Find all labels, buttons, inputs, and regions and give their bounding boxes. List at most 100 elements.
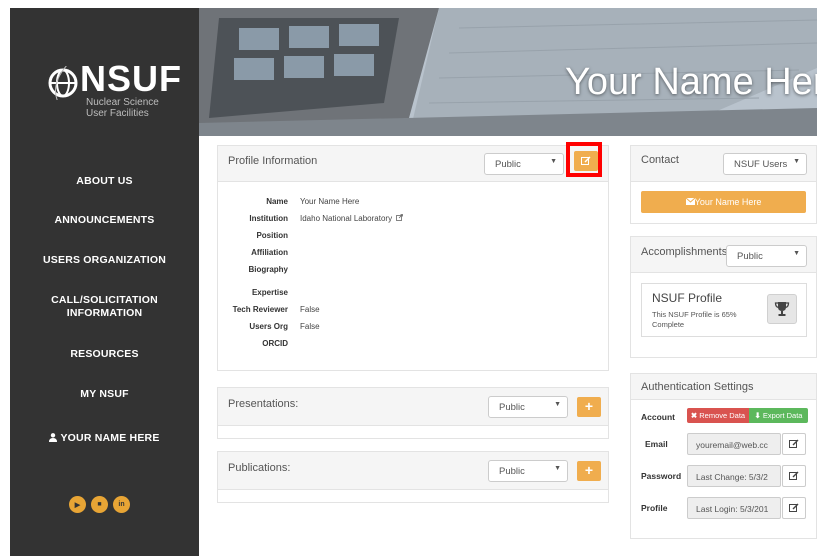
envelope-icon bbox=[685, 191, 695, 205]
auth-header: Authentication Settings bbox=[631, 374, 816, 400]
field-label-institution: Institution bbox=[249, 214, 288, 223]
accomplishments-header: Accomplishments Public ▼ bbox=[631, 237, 816, 273]
panel-title: Presentations: bbox=[228, 398, 299, 410]
edit-email-button[interactable] bbox=[782, 433, 806, 455]
select-value: Public bbox=[737, 251, 763, 262]
contact-panel: Contact NSUF Users ▼ Your Name Here bbox=[630, 145, 817, 224]
field-label-position: Position bbox=[256, 231, 288, 240]
field-label-name: Name bbox=[266, 197, 288, 206]
field-label-orcid: ORCID bbox=[262, 339, 288, 348]
edit-icon bbox=[789, 503, 799, 512]
edit-password-button[interactable] bbox=[782, 465, 806, 487]
caret-down-icon: ▼ bbox=[793, 158, 800, 165]
globe-icon bbox=[48, 66, 78, 100]
edit-icon bbox=[789, 471, 799, 480]
edit-icon bbox=[789, 439, 799, 448]
accomplishments-visibility-select[interactable]: Public ▼ bbox=[726, 245, 807, 267]
card-title: NSUF Profile bbox=[652, 291, 723, 305]
field-value-name: Your Name Here bbox=[300, 197, 360, 206]
password-field[interactable]: Last Change: 5/3/2 bbox=[687, 465, 781, 487]
card-text: This NSUF Profile is 65% Complete bbox=[652, 310, 737, 330]
edit-profile-button[interactable] bbox=[574, 151, 598, 171]
sidebar-item-user[interactable]: YOUR NAME HERE bbox=[10, 428, 199, 446]
card-text-line1: This NSUF Profile is 65% bbox=[652, 310, 737, 319]
publications-visibility-select[interactable]: Public ▼ bbox=[488, 460, 568, 482]
linkedin-icon[interactable]: in bbox=[113, 496, 130, 513]
sidebar-item-label: INFORMATION bbox=[66, 307, 143, 319]
profile-visibility-select[interactable]: Public ▼ bbox=[484, 153, 564, 175]
caret-down-icon: ▼ bbox=[554, 401, 561, 408]
email-label: Email bbox=[645, 439, 668, 449]
add-publication-button[interactable]: + bbox=[577, 461, 601, 481]
social-links: ▶ ■ in bbox=[69, 496, 130, 513]
edit-profile-login-button[interactable] bbox=[782, 497, 806, 519]
trophy-icon bbox=[774, 302, 790, 316]
presentations-visibility-select[interactable]: Public ▼ bbox=[488, 396, 568, 418]
sidebar-item-my-nsuf[interactable]: MY NSUF bbox=[10, 388, 199, 401]
presentations-header: Presentations: Public ▼ + bbox=[218, 388, 608, 426]
publications-header: Publications: Public ▼ + bbox=[218, 452, 608, 490]
field-label-biography: Biography bbox=[248, 265, 288, 274]
profile-login-field[interactable]: Last Login: 5/3/201 bbox=[687, 497, 781, 519]
sidebar-item-about-us[interactable]: ABOUT US bbox=[10, 175, 199, 188]
select-value: Public bbox=[495, 159, 521, 170]
panel-title: Accomplishments bbox=[641, 246, 728, 258]
export-data-label: Export Data bbox=[762, 411, 803, 420]
field-label-users-org: Users Org bbox=[249, 322, 288, 331]
youtube-icon[interactable]: ▶ bbox=[69, 496, 86, 513]
select-value: Public bbox=[499, 466, 525, 477]
video-icon[interactable]: ■ bbox=[91, 496, 108, 513]
trophy-badge bbox=[767, 294, 797, 324]
account-label: Account bbox=[641, 412, 675, 422]
logo-subtitle-line1: Nuclear Science bbox=[86, 97, 159, 108]
nsuf-profile-card[interactable]: NSUF Profile This NSUF Profile is 65% Co… bbox=[641, 283, 807, 337]
password-label: Password bbox=[641, 471, 682, 481]
contact-button-label: Your Name Here bbox=[694, 197, 762, 207]
remove-icon: ✖ bbox=[690, 411, 700, 420]
download-icon: ⬇ bbox=[754, 411, 763, 420]
sidebar-item-call-solicitation[interactable]: CALL/SOLICITATION INFORMATION bbox=[10, 294, 199, 320]
sidebar-item-resources[interactable]: RESOURCES bbox=[10, 348, 199, 361]
sidebar: NSUF Nuclear Science User Facilities ABO… bbox=[10, 8, 199, 556]
remove-data-label: Remove Data bbox=[699, 411, 746, 420]
publications-panel: Publications: Public ▼ + bbox=[217, 451, 609, 503]
select-value: Public bbox=[499, 402, 525, 413]
add-presentation-button[interactable]: + bbox=[577, 397, 601, 417]
auth-panel: Authentication Settings Account ✖ Remove… bbox=[630, 373, 817, 539]
sidebar-item-label: CALL/SOLICITATION bbox=[51, 294, 158, 306]
export-data-button[interactable]: ⬇ Export Data bbox=[749, 408, 808, 423]
email-field[interactable]: youremail@web.cc bbox=[687, 433, 781, 455]
caret-down-icon: ▼ bbox=[554, 465, 561, 472]
panel-title: Publications: bbox=[228, 462, 291, 474]
field-value-tech-reviewer: False bbox=[300, 305, 320, 314]
contact-header: Contact NSUF Users ▼ bbox=[631, 146, 816, 182]
panel-title: Profile Information bbox=[228, 155, 318, 167]
profile-banner: Your Name Here bbox=[199, 8, 817, 136]
nsuf-logo[interactable]: NSUF Nuclear Science User Facilities bbox=[10, 8, 199, 138]
field-label-affiliation: Affiliation bbox=[251, 248, 288, 257]
panel-title: Authentication Settings bbox=[641, 381, 754, 393]
field-value-users-org: False bbox=[300, 322, 320, 331]
sidebar-item-users-organization[interactable]: USERS ORGANIZATION bbox=[10, 254, 199, 267]
sidebar-item-announcements[interactable]: ANNOUNCEMENTS bbox=[10, 214, 199, 227]
institution-link[interactable]: Idaho National Laboratory bbox=[300, 214, 392, 223]
remove-data-button[interactable]: ✖ Remove Data bbox=[687, 408, 749, 423]
logo-word: NSUF bbox=[80, 58, 182, 99]
select-value: NSUF Users bbox=[734, 159, 788, 170]
field-label-tech-reviewer: Tech Reviewer bbox=[232, 305, 288, 314]
profile-panel: Profile Information Public ▼ Name Your N… bbox=[217, 142, 609, 371]
contact-visibility-select[interactable]: NSUF Users ▼ bbox=[723, 153, 807, 175]
panel-title: Contact bbox=[641, 154, 679, 166]
external-link-icon bbox=[396, 214, 404, 221]
logo-subtitle: Nuclear Science User Facilities bbox=[86, 97, 159, 119]
profile-label: Profile bbox=[641, 503, 668, 513]
logo-subtitle-line2: User Facilities bbox=[86, 108, 149, 119]
user-icon bbox=[49, 429, 58, 442]
accomplishments-panel: Accomplishments Public ▼ NSUF Profile Th… bbox=[630, 236, 817, 358]
banner-title: Your Name Here bbox=[565, 61, 817, 103]
sidebar-item-label: YOUR NAME HERE bbox=[60, 432, 160, 444]
caret-down-icon: ▼ bbox=[793, 250, 800, 257]
contact-button[interactable]: Your Name Here bbox=[641, 191, 806, 213]
field-value-institution: Idaho National Laboratory bbox=[300, 214, 404, 223]
caret-down-icon: ▼ bbox=[550, 158, 557, 165]
